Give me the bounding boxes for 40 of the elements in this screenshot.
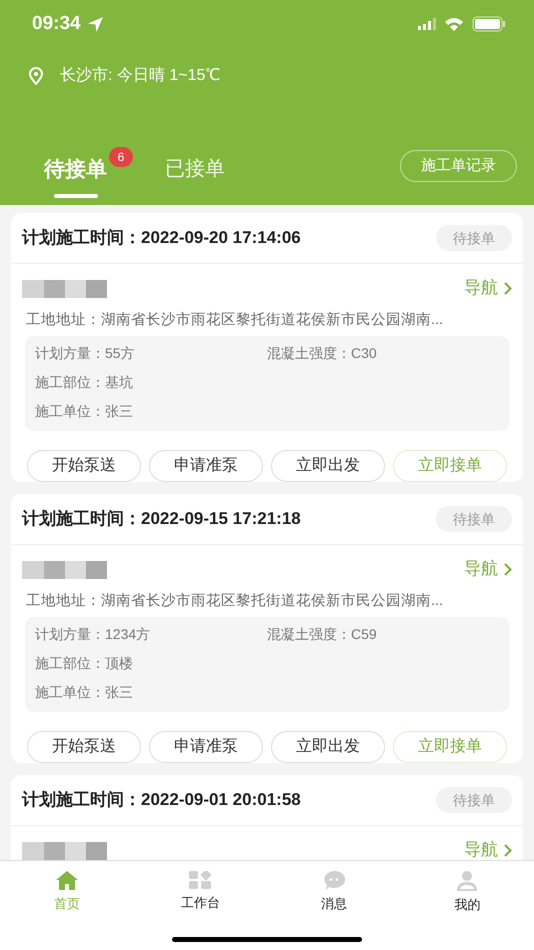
detail-text: 施工单位：张三: [35, 683, 134, 702]
planned-time: 计划施工时间：2022-09-01 20:01:58: [22, 789, 301, 812]
signal-icon: [418, 18, 436, 30]
chevron-right-icon: [504, 282, 512, 294]
clock: 09:34: [32, 12, 81, 36]
planned-time: 计划施工时间：2022-09-15 17:21:18: [22, 508, 301, 530]
detail-text: 施工部位：顶楼: [35, 654, 134, 673]
bottom-tab[interactable]: 我的: [400, 861, 534, 921]
detail-text: 计划方量：1234方: [35, 625, 152, 644]
chevron-right-icon: [504, 844, 512, 856]
weather-text: 长沙市: 今日晴 1~15℃: [60, 66, 220, 86]
detail-text: 混凝土强度：C30: [267, 344, 378, 363]
status-tag: 待接单: [436, 225, 512, 251]
home-icon: [56, 871, 78, 890]
action-button[interactable]: 开始泵送: [27, 450, 141, 482]
status-tag: 待接单: [436, 787, 512, 813]
battery-icon: [472, 16, 506, 32]
site-address: 工地地址：湖南省长沙市雨花区黎托街道花侯新市民公园湖南...: [26, 312, 444, 328]
bottom-tab[interactable]: 消息: [267, 861, 400, 921]
status-tag: 待接单: [436, 506, 512, 532]
detail-text: 混凝土强度：C59: [267, 625, 378, 644]
wifi-icon: [444, 17, 464, 31]
action-button[interactable]: 开始泵送: [27, 731, 141, 763]
count-badge: 6: [109, 147, 133, 167]
action-button[interactable]: 立即出发: [271, 731, 385, 763]
grid-icon: [189, 871, 212, 889]
location-pin-icon: [28, 67, 44, 85]
chat-bubble-icon: [322, 871, 345, 890]
action-button[interactable]: 立即出发: [271, 450, 385, 482]
action-button[interactable]: 申请准泵: [149, 731, 263, 763]
detail-text: 施工部位：基坑: [35, 373, 134, 392]
site-address: 工地地址：湖南省长沙市雨花区黎托街道花侯新市民公园湖南...: [26, 593, 444, 609]
bottom-tab[interactable]: 工作台: [134, 861, 267, 921]
planned-time: 计划施工时间：2022-09-20 17:14:06: [22, 227, 301, 250]
detail-text: 计划方量：55方: [35, 344, 136, 363]
chevron-right-icon: [504, 562, 512, 576]
detail-text: 施工单位：张三: [35, 402, 134, 421]
location-arrow-icon: [86, 16, 104, 32]
user-icon: [456, 871, 478, 891]
action-button[interactable]: 申请准泵: [149, 450, 263, 482]
